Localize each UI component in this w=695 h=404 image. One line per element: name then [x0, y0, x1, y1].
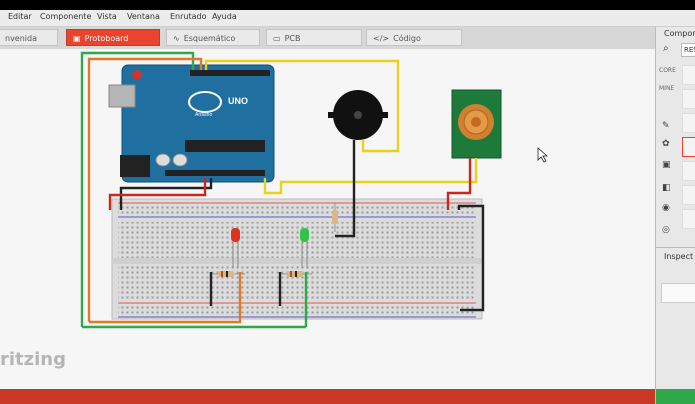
window-top-edge	[0, 0, 695, 10]
menu-vista[interactable]: Vista	[97, 12, 117, 21]
menu-editar[interactable]: Editar	[8, 12, 32, 21]
part-thumbnail[interactable]	[682, 89, 695, 109]
tab-protoboard[interactable]: ▣ Protoboard	[66, 29, 160, 46]
category-icon[interactable]: ✎	[662, 121, 670, 131]
code-icon: </>	[373, 34, 390, 43]
part-thumbnail[interactable]	[682, 113, 695, 133]
status-bar	[0, 389, 655, 404]
category-icon[interactable]: ◎	[662, 225, 670, 235]
view-tabs: nvenida ▣ Protoboard ∿ Esquemático ▭ PCB </…	[0, 27, 655, 49]
parts-search-input[interactable]: RESI	[681, 43, 695, 57]
category-core[interactable]: CORE	[659, 67, 676, 74]
menu-ayuda[interactable]: Ayuda	[212, 12, 237, 21]
schematic-icon: ∿	[173, 34, 180, 43]
tab-label: Código	[393, 34, 421, 43]
pcb-icon: ▭	[273, 34, 281, 43]
arduino-sub-text: Arduino	[195, 112, 212, 118]
inspector-title: Inspect	[664, 252, 694, 261]
circuit-drawing: UNO Arduino	[80, 51, 549, 329]
tab-pcb[interactable]: ▭ PCB	[266, 29, 362, 46]
parts-panel-title: Compone	[664, 29, 695, 38]
tab-bienvenida[interactable]: nvenida	[0, 29, 58, 46]
piezo-buzzer[interactable]	[328, 90, 388, 140]
arduino-uno-board[interactable]: UNO Arduino	[108, 64, 275, 183]
part-thumbnail[interactable]	[682, 185, 695, 205]
arduino-logo-text: UNO	[228, 96, 248, 106]
fritzing-watermark: ritzing	[0, 349, 66, 370]
tab-codigo[interactable]: </> Código	[366, 29, 462, 46]
part-thumbnail[interactable]	[682, 65, 695, 85]
category-icon[interactable]: ✿	[662, 139, 670, 149]
breadboard[interactable]	[111, 198, 483, 320]
menu-bar: Editar Componente Vista Ventana Enrutado…	[0, 10, 695, 27]
part-thumbnail-selected[interactable]	[682, 137, 695, 157]
category-icon[interactable]: ▣	[662, 160, 671, 170]
tab-label: PCB	[284, 34, 301, 43]
inspector-preview	[661, 283, 695, 303]
menu-componente[interactable]: Componente	[40, 12, 91, 21]
gas-sensor-module[interactable]	[451, 89, 502, 159]
breadboard-canvas[interactable]: UNO Arduino ritzing	[0, 49, 655, 389]
tab-label: nvenida	[5, 34, 37, 43]
menu-ventana[interactable]: Ventana	[127, 12, 160, 21]
category-icon[interactable]: ◧	[662, 183, 671, 193]
tab-label: Esquemático	[183, 34, 236, 43]
breadboard-icon: ▣	[73, 34, 81, 43]
category-icon[interactable]: ◉	[662, 203, 670, 213]
panel-bottom-bar	[656, 389, 695, 404]
parts-panel: Compone ⌕ RESI CORE MINE ✎ ✿ ▣ ◧ ◉ ◎ Ins…	[655, 27, 695, 404]
search-icon[interactable]: ⌕	[663, 43, 669, 54]
panel-divider	[656, 247, 695, 248]
part-thumbnail[interactable]	[682, 209, 695, 229]
part-thumbnail[interactable]	[682, 161, 695, 181]
category-mine[interactable]: MINE	[659, 85, 674, 92]
menu-enrutado[interactable]: Enrutado	[170, 12, 207, 21]
tab-esquematico[interactable]: ∿ Esquemático	[166, 29, 260, 46]
mouse-cursor-icon	[537, 147, 549, 163]
tab-label: Protoboard	[84, 34, 129, 43]
